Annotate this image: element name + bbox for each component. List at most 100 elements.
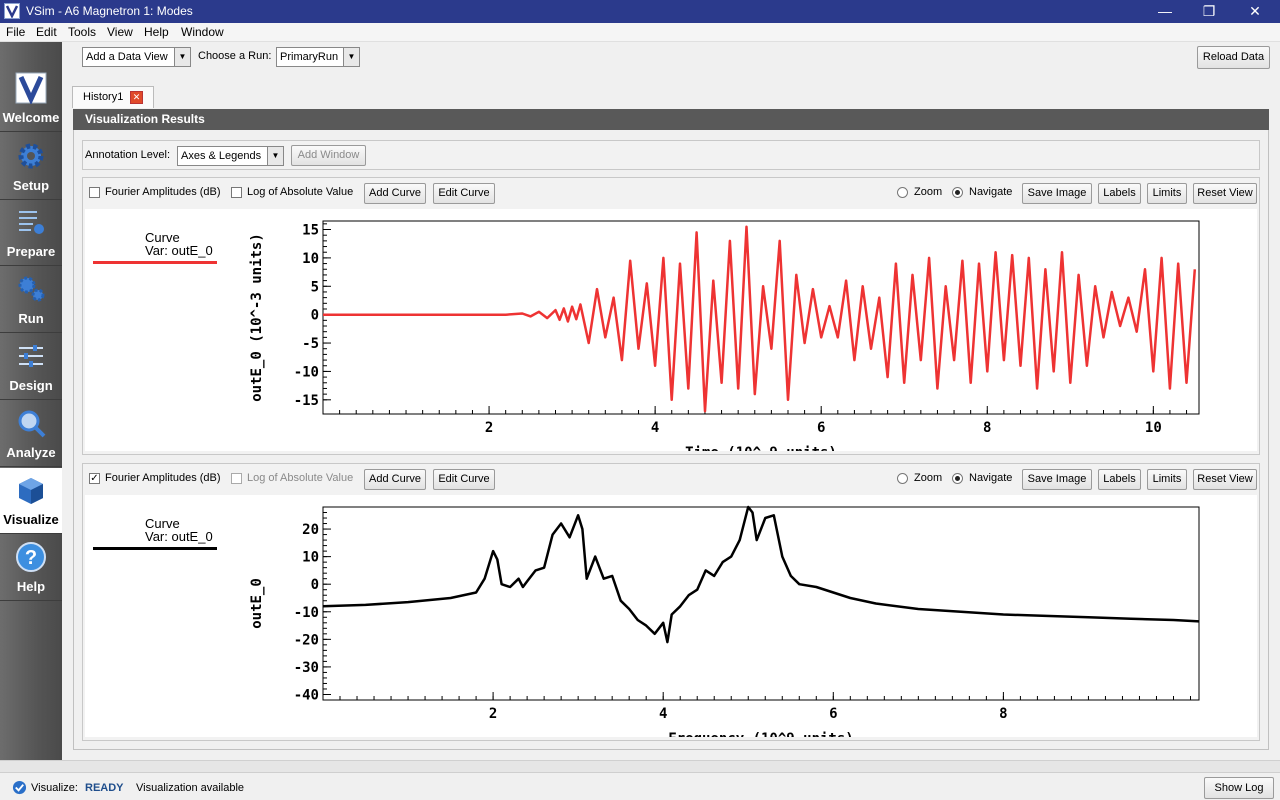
cube-icon — [19, 478, 43, 504]
labels-button[interactable]: Labels — [1098, 183, 1141, 204]
sidebar-item-run[interactable]: Run — [0, 267, 62, 333]
status-message: Visualization available — [136, 782, 245, 794]
main-content: Add a Data View ▼ Choose a Run: PrimaryR… — [62, 42, 1280, 760]
tab-label: History1 — [83, 91, 124, 103]
y-tick-label: -20 — [294, 632, 319, 648]
zoom-radio[interactable] — [897, 187, 908, 198]
reset-view-button[interactable]: Reset View — [1193, 183, 1257, 204]
log-abs-label: Log of Absolute Value — [247, 472, 354, 484]
menu-file[interactable]: File — [6, 25, 25, 39]
y-tick-label: 0 — [311, 577, 319, 593]
x-tick-label: 6 — [829, 706, 837, 722]
vsim-app-icon — [4, 3, 20, 19]
y-axis-label: outE_0 — [249, 578, 265, 629]
sidebar-item-analyze[interactable]: Analyze — [0, 401, 62, 467]
sidebar-item-label: Analyze — [6, 445, 56, 460]
sidebar-item-label: Visualize — [3, 512, 59, 527]
series-line — [322, 505, 1200, 644]
save-image-button[interactable]: Save Image — [1022, 183, 1092, 204]
log-abs-label: Log of Absolute Value — [247, 186, 354, 198]
sidebar-item-label: Setup — [12, 178, 50, 193]
sidebar: Welcome Setup Prepare Run Design Analyze… — [0, 42, 62, 760]
gear-icon — [18, 143, 44, 169]
x-tick-label: 4 — [659, 706, 667, 722]
show-log-button[interactable]: Show Log — [1204, 777, 1274, 799]
magnifier-icon — [18, 410, 46, 438]
close-tab-icon[interactable]: ✕ — [130, 91, 143, 104]
navigate-radio[interactable] — [952, 187, 963, 198]
reload-data-button[interactable]: Reload Data — [1197, 46, 1270, 69]
horizontal-scrollbar[interactable] — [0, 760, 1280, 772]
save-image-button[interactable]: Save Image — [1022, 469, 1092, 490]
y-tick-label: 10 — [302, 550, 319, 566]
svg-text:?: ? — [25, 547, 37, 569]
minimize-icon[interactable]: — — [1150, 2, 1180, 20]
navigate-label: Navigate — [969, 472, 1013, 484]
sidebar-item-label: Run — [18, 311, 44, 326]
time-series-chart: 2 4 6 8 10 15 10 5 0 -5 -10 -15 outE_0 (10^-3 units)… — [249, 220, 1200, 451]
labels-button[interactable]: Labels — [1098, 469, 1141, 490]
x-axis-label: Frequency (10^9 units) — [668, 731, 853, 737]
y-tick-label: -10 — [294, 605, 319, 621]
results-body: Annotation Level: Axes & Legends ▼ Add W… — [73, 130, 1269, 750]
plot-area-fourier[interactable]: Curve Var: outE_0 2 4 6 8 20 10 0 -10 -20 -30 -40 o… — [85, 495, 1257, 737]
navigate-radio[interactable] — [952, 473, 963, 484]
zoom-label: Zoom — [914, 186, 943, 198]
status-label: Visualize: — [31, 782, 78, 794]
add-curve-button[interactable]: Add Curve — [364, 183, 426, 204]
menu-window[interactable]: Window — [181, 25, 224, 39]
limits-button[interactable]: Limits — [1147, 183, 1187, 204]
sidebar-item-welcome[interactable]: Welcome — [0, 66, 62, 132]
y-tick-label: -40 — [294, 687, 319, 703]
run-dropdown[interactable]: PrimaryRun ▼ — [276, 47, 360, 67]
plot-area-time[interactable]: Curve Var: outE_0 2 4 6 8 10 15 10 5 0 -5 -10 -15 ou… — [85, 209, 1257, 451]
add-curve-button[interactable]: Add Curve — [364, 469, 426, 490]
list-gear-icon — [19, 211, 44, 234]
sidebar-item-label: Welcome — [2, 110, 60, 125]
vsim-logo-icon — [15, 72, 47, 104]
x-tick-label: 8 — [999, 706, 1007, 722]
close-icon[interactable]: ✕ — [1240, 2, 1270, 20]
y-tick-label: 5 — [311, 279, 319, 295]
data-view-dropdown[interactable]: Add a Data View ▼ — [82, 47, 191, 67]
check-circle-icon — [12, 780, 27, 795]
sidebar-item-visualize[interactable]: Visualize — [0, 468, 62, 534]
menu-edit[interactable]: Edit — [36, 25, 57, 39]
window-title: VSim - A6 Magnetron 1: Modes — [26, 4, 193, 18]
log-abs-checkbox[interactable] — [231, 187, 242, 198]
x-axis-label: Time (10^-9 units) — [685, 445, 837, 451]
chevron-down-icon: ▼ — [343, 48, 359, 66]
annotation-value: Axes & Legends — [181, 150, 262, 162]
limits-button[interactable]: Limits — [1147, 469, 1187, 490]
annotation-level-dropdown[interactable]: Axes & Legends ▼ — [177, 146, 284, 166]
edit-curve-button[interactable]: Edit Curve — [433, 469, 495, 490]
menu-tools[interactable]: Tools — [68, 25, 96, 39]
sidebar-item-prepare[interactable]: Prepare — [0, 200, 62, 266]
fourier-label: Fourier Amplitudes (dB) — [105, 186, 221, 198]
sidebar-item-design[interactable]: Design — [0, 334, 62, 400]
navigate-label: Navigate — [969, 186, 1013, 198]
sidebar-item-setup[interactable]: Setup — [0, 134, 62, 200]
sidebar-item-help[interactable]: ? Help — [0, 535, 62, 601]
fourier-checkbox[interactable] — [89, 187, 100, 198]
reset-view-button[interactable]: Reset View — [1193, 469, 1257, 490]
help-icon: ? — [16, 542, 46, 572]
status-bar: Visualize: READY Visualization available… — [0, 772, 1280, 800]
menu-view[interactable]: View — [107, 25, 133, 39]
restore-icon[interactable]: ❐ — [1194, 2, 1224, 20]
fourier-chart: 2 4 6 8 20 10 0 -10 -20 -30 -40 outE_0 Frequency (10… — [249, 505, 1200, 737]
log-abs-checkbox[interactable] — [231, 473, 242, 484]
menu-help[interactable]: Help — [144, 25, 169, 39]
add-window-button[interactable]: Add Window — [291, 145, 366, 166]
x-tick-label: 2 — [485, 420, 493, 436]
fourier-checkbox[interactable]: ✓ — [89, 473, 100, 484]
series-line — [323, 225, 1197, 413]
sidebar-item-label: Design — [9, 378, 53, 393]
edit-curve-button[interactable]: Edit Curve — [433, 183, 495, 204]
results-header: Visualization Results — [73, 109, 1269, 130]
x-tick-label: 10 — [1145, 420, 1162, 436]
chevron-down-icon: ▼ — [174, 48, 190, 66]
zoom-radio[interactable] — [897, 473, 908, 484]
tab-history1[interactable]: History1 ✕ — [72, 86, 154, 108]
chevron-down-icon: ▼ — [267, 147, 283, 165]
